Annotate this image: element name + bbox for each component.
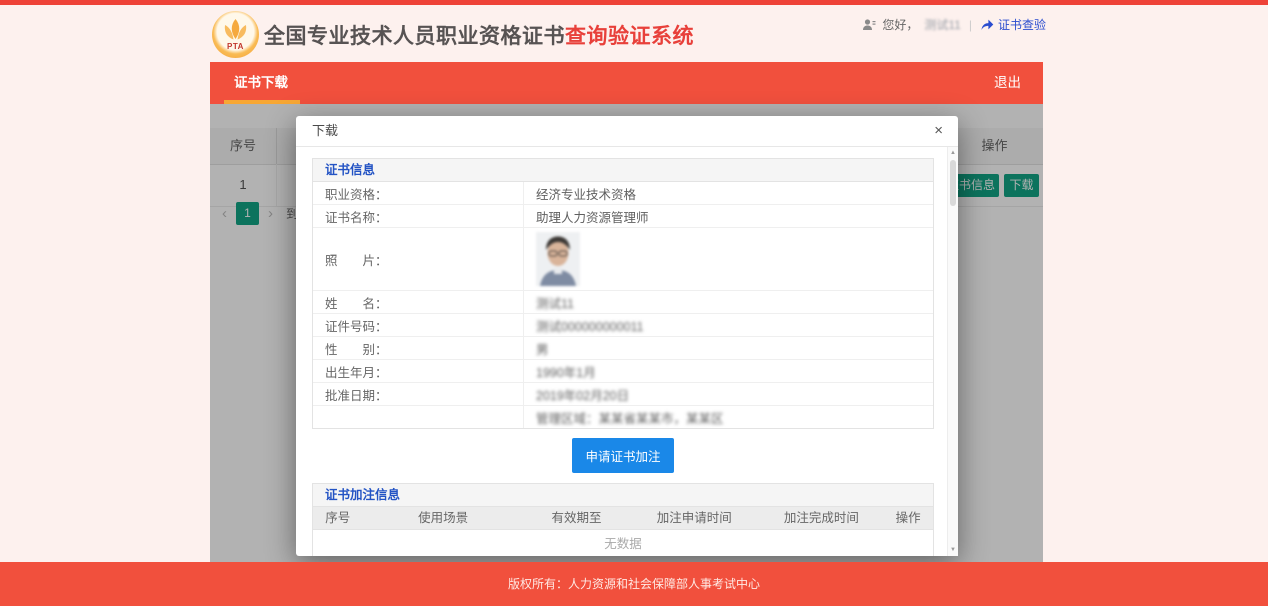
row-value-redacted: 管理区域：某某省某某市，某某区 [524,406,933,428]
scroll-down-icon[interactable]: ▼ [948,545,958,555]
brand-header: PTA 全国专业技术人员职业资格证书查询验证系统 [212,11,694,58]
close-icon[interactable]: × [934,116,943,146]
info-row-certificate-name: 证书名称： 助理人力资源管理师 [313,205,933,228]
apply-annotation-button[interactable]: 申请证书加注 [572,438,673,473]
annotation-section-title: 证书加注信息 [313,484,933,507]
certificate-info-section-title: 证书信息 [313,159,933,182]
info-row-approval-date: 批准日期： 2019年02月20日 [313,383,933,406]
row-value-redacted: 测试11 [524,291,933,313]
row-label: 证件号码： [313,314,524,336]
row-label [313,406,524,428]
row-label: 职业资格： [313,182,524,204]
info-row-qualification: 职业资格： 经济专业技术资格 [313,182,933,205]
welcome-prefix: 您好， [882,16,918,33]
row-value: 经济专业技术资格 [524,182,933,204]
annotation-col-valid-until: 有效期至 [524,507,629,529]
no-data-text: 无数据 [313,530,933,556]
page-title-accent: 查询验证系统 [565,25,694,48]
row-value-redacted: 男 [524,337,933,359]
annotate-button-wrap: 申请证书加注 [312,438,934,473]
share-arrow-icon [980,18,994,31]
annotation-col-index: 序号 [313,507,363,529]
certificate-verify-link[interactable]: 证书查验 [980,16,1046,33]
info-row-gender: 性 别： 男 [313,337,933,360]
info-row-birth-date: 出生年月： 1990年1月 [313,360,933,383]
row-label: 性 别： [313,337,524,359]
page-title-main: 全国专业技术人员职业资格证书 [264,25,565,48]
info-row-name: 姓 名： 测试11 [313,291,933,314]
row-label: 证书名称： [313,205,524,227]
row-value-redacted: 1990年1月 [524,360,933,382]
annotation-col-apply-time: 加注申请时间 [629,507,759,529]
annotation-col-action: 操作 [883,507,933,529]
download-modal: 下载 × 证书信息 职业资格： 经济专业技术资格 证书名称： 助理人力资源管理师… [296,116,958,556]
divider: | [969,18,972,32]
modal-scrollbar[interactable]: ▲ ▼ [947,147,958,556]
certificate-info-box: 证书信息 职业资格： 经济专业技术资格 证书名称： 助理人力资源管理师 照 片： [312,158,934,429]
modal-title: 下载 [312,116,338,146]
row-value-redacted: 测试000000000011 [524,314,933,336]
row-value [524,228,933,290]
certificate-photo [536,232,580,286]
user-bar: 您好， 测试11 | 证书查验 [862,16,1046,33]
annotation-info-box: 证书加注信息 序号 使用场景 有效期至 加注申请时间 加注完成时间 操作 无数据 [312,483,934,556]
modal-header: 下载 × [296,116,958,147]
scrollbar-thumb[interactable] [950,160,956,206]
logout-button[interactable]: 退出 [994,62,1021,104]
logo-text: PTA [212,42,259,51]
page-title: 全国专业技术人员职业资格证书查询验证系统 [264,20,694,50]
row-value: 助理人力资源管理师 [524,205,933,227]
info-row-id-number: 证件号码： 测试000000000011 [313,314,933,337]
nav-bar: 证书下载 退出 [210,62,1043,104]
page: PTA 全国专业技术人员职业资格证书查询验证系统 您好， 测试11 | 证书查验… [0,0,1268,606]
row-label: 照 片： [313,228,524,290]
footer: 版权所有：人力资源和社会保障部人事考试中心 [0,562,1268,606]
annotation-table-header: 序号 使用场景 有效期至 加注申请时间 加注完成时间 操作 [313,507,933,530]
scroll-up-icon[interactable]: ▲ [948,148,958,158]
info-row-photo: 照 片： [313,228,933,291]
annotation-col-scenario: 使用场景 [363,507,524,529]
row-label: 姓 名： [313,291,524,313]
row-label: 出生年月： [313,360,524,382]
tab-certificate-download[interactable]: 证书下载 [234,62,288,104]
annotation-col-complete-time: 加注完成时间 [759,507,883,529]
row-label: 批准日期： [313,383,524,405]
modal-body: 证书信息 职业资格： 经济专业技术资格 证书名称： 助理人力资源管理师 照 片： [296,147,948,556]
row-value-redacted: 2019年02月20日 [524,383,933,405]
info-row-region: 管理区域：某某省某某市，某某区 [313,406,933,428]
certificate-verify-label: 证书查验 [998,16,1046,33]
welcome-name-redacted: 测试11 [924,16,960,33]
user-icon [862,18,876,32]
copyright-text: 版权所有：人力资源和社会保障部人事考试中心 [508,577,760,591]
top-red-strip [0,0,1268,5]
pta-logo: PTA [212,11,259,58]
